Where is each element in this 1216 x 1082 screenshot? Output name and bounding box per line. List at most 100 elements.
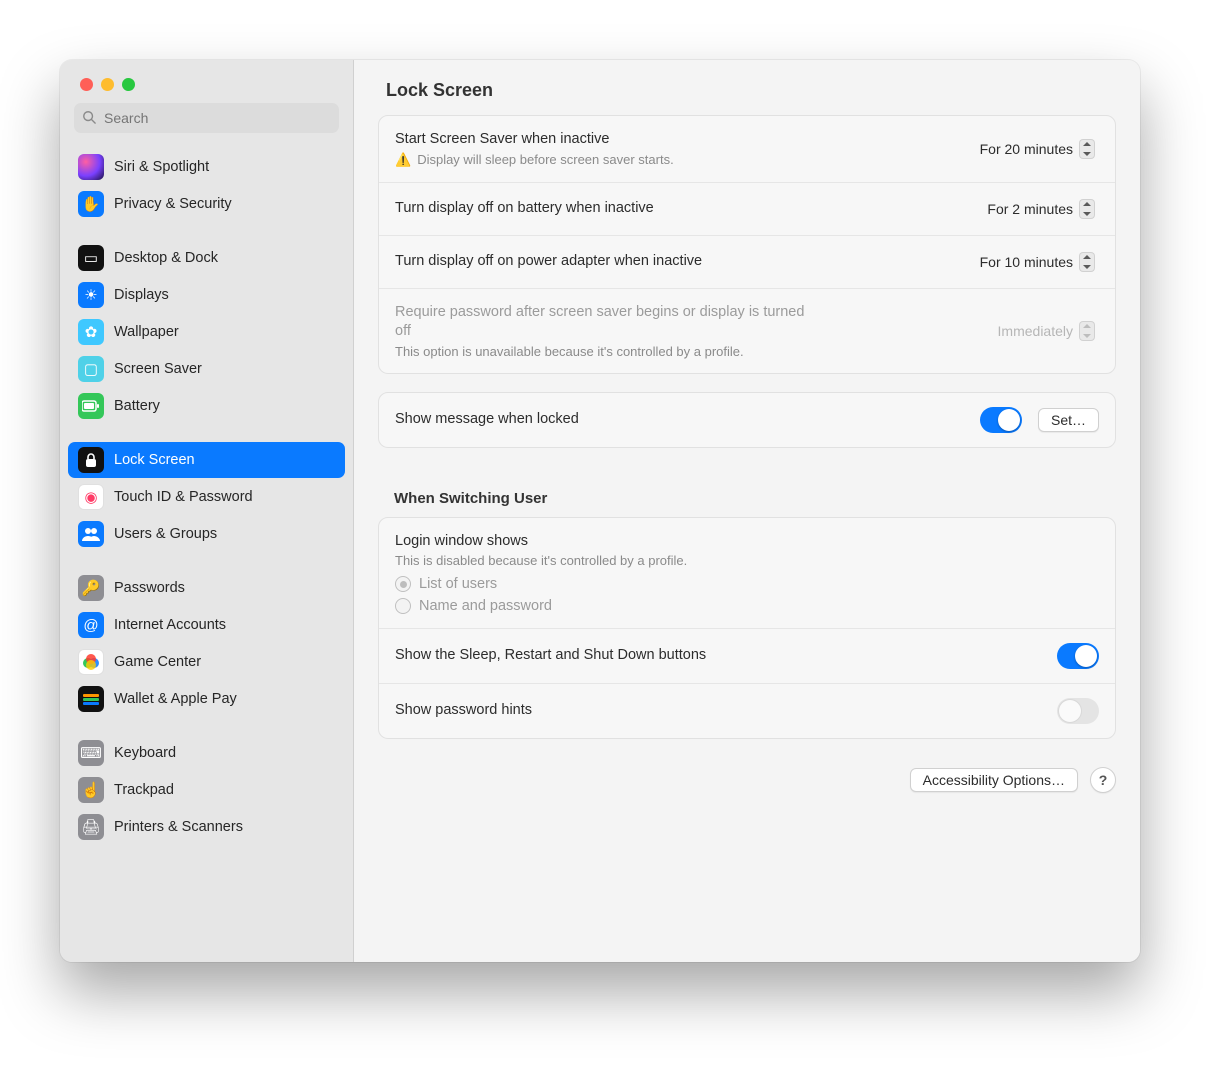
- sidebar-item-touch-id-password[interactable]: ◉ Touch ID & Password: [68, 479, 345, 515]
- maximize-window-button[interactable]: [122, 78, 135, 91]
- page-title: Lock Screen: [354, 60, 1140, 115]
- battery-display-off-popup[interactable]: For 2 minutes: [979, 197, 1099, 221]
- popup-value: For 2 minutes: [987, 201, 1073, 217]
- popup-value: For 10 minutes: [980, 254, 1073, 270]
- siri-icon: [78, 154, 104, 180]
- sidebar-item-keyboard[interactable]: ⌨ Keyboard: [68, 735, 345, 771]
- row-warning: ⚠️Display will sleep before screen saver…: [395, 152, 956, 168]
- row-show-power-buttons: Show the Sleep, Restart and Shut Down bu…: [379, 629, 1115, 684]
- row-title: Turn display off on power adapter when i…: [395, 252, 956, 272]
- radio-icon: [395, 598, 411, 614]
- sidebar-item-label: Users & Groups: [114, 526, 217, 542]
- sidebar-item-label: Lock Screen: [114, 452, 195, 468]
- popup-value: Immediately: [998, 323, 1073, 339]
- sidebar-item-label: Touch ID & Password: [114, 489, 253, 505]
- row-require-password: Require password after screen saver begi…: [379, 289, 1115, 373]
- require-password-popup: Immediately: [990, 319, 1099, 343]
- sidebar-item-label: Siri & Spotlight: [114, 159, 209, 175]
- sidebar-item-displays[interactable]: ☀ Displays: [68, 277, 345, 313]
- lock-screen-panel: Start Screen Saver when inactive ⚠️Displ…: [378, 115, 1116, 374]
- sidebar-item-screen-saver[interactable]: ▢ Screen Saver: [68, 351, 345, 387]
- sidebar-item-label: Privacy & Security: [114, 196, 232, 212]
- minimize-window-button[interactable]: [101, 78, 114, 91]
- row-title: Require password after screen saver begi…: [395, 303, 815, 342]
- row-password-hints: Show password hints: [379, 684, 1115, 738]
- at-icon: @: [78, 612, 104, 638]
- sidebar-item-privacy-security[interactable]: ✋ Privacy & Security: [68, 186, 345, 222]
- lock-icon: [78, 447, 104, 473]
- close-window-button[interactable]: [80, 78, 93, 91]
- radio-icon: [395, 576, 411, 592]
- accessibility-options-button[interactable]: Accessibility Options…: [910, 768, 1078, 792]
- switching-user-heading: When Switching User: [394, 490, 1140, 507]
- sidebar-item-desktop-dock[interactable]: ▭ Desktop & Dock: [68, 240, 345, 276]
- sidebar-item-users-groups[interactable]: Users & Groups: [68, 516, 345, 552]
- sidebar-item-lock-screen[interactable]: Lock Screen: [68, 442, 345, 478]
- main-content: Lock Screen Start Screen Saver when inac…: [354, 60, 1140, 962]
- sidebar-list: Siri & Spotlight ✋ Privacy & Security ▭ …: [60, 139, 353, 857]
- stepper-icon: [1079, 321, 1095, 341]
- lock-message-switch[interactable]: [980, 407, 1022, 433]
- sidebar-item-trackpad[interactable]: ☝ Trackpad: [68, 772, 345, 808]
- row-battery-display-off: Turn display off on battery when inactiv…: [379, 183, 1115, 236]
- row-note: This is disabled because it's controlled…: [395, 553, 1099, 568]
- help-button[interactable]: ?: [1090, 767, 1116, 793]
- stepper-icon: [1079, 199, 1095, 219]
- sidebar-item-label: Wallpaper: [114, 324, 179, 340]
- row-title: Login window shows: [395, 532, 1099, 552]
- wallet-icon: [78, 686, 104, 712]
- sidebar: Siri & Spotlight ✋ Privacy & Security ▭ …: [60, 60, 354, 962]
- row-adapter-display-off: Turn display off on power adapter when i…: [379, 236, 1115, 289]
- row-lock-message: Show message when locked Set…: [379, 393, 1115, 447]
- popup-value: For 20 minutes: [980, 141, 1073, 157]
- lock-message-panel: Show message when locked Set…: [378, 392, 1116, 448]
- sidebar-item-label: Displays: [114, 287, 169, 303]
- row-title: Show message when locked: [395, 410, 964, 430]
- brightness-icon: ☀: [78, 282, 104, 308]
- trackpad-icon: ☝: [78, 777, 104, 803]
- sidebar-item-internet-accounts[interactable]: @ Internet Accounts: [68, 607, 345, 643]
- row-screen-saver-timeout: Start Screen Saver when inactive ⚠️Displ…: [379, 116, 1115, 183]
- game-center-icon: [78, 649, 104, 675]
- fingerprint-icon: ◉: [78, 484, 104, 510]
- radio-list-of-users: List of users: [395, 576, 1099, 592]
- row-title: Start Screen Saver when inactive: [395, 130, 956, 150]
- radio-label: List of users: [419, 576, 497, 592]
- sidebar-item-label: Keyboard: [114, 745, 176, 761]
- sidebar-item-label: Printers & Scanners: [114, 819, 243, 835]
- sidebar-item-game-center[interactable]: Game Center: [68, 644, 345, 680]
- switching-user-panel: Login window shows This is disabled beca…: [378, 517, 1116, 740]
- screen-saver-timeout-popup[interactable]: For 20 minutes: [972, 137, 1099, 161]
- sidebar-item-label: Desktop & Dock: [114, 250, 218, 266]
- warning-icon: ⚠️: [395, 152, 411, 167]
- show-power-buttons-switch[interactable]: [1057, 643, 1099, 669]
- screensaver-icon: ▢: [78, 356, 104, 382]
- key-icon: 🔑: [78, 575, 104, 601]
- sidebar-item-printers-scanners[interactable]: 🖨 Printers & Scanners: [68, 809, 345, 845]
- row-title: Show the Sleep, Restart and Shut Down bu…: [395, 646, 1041, 666]
- sidebar-item-passwords[interactable]: 🔑 Passwords: [68, 570, 345, 606]
- search-field[interactable]: [74, 103, 339, 133]
- row-title: Show password hints: [395, 701, 1041, 721]
- flower-icon: ✿: [78, 319, 104, 345]
- row-login-window: Login window shows This is disabled beca…: [379, 518, 1115, 630]
- system-settings-window: Siri & Spotlight ✋ Privacy & Security ▭ …: [60, 60, 1140, 962]
- search-input[interactable]: [102, 109, 331, 127]
- battery-icon: [78, 393, 104, 419]
- sidebar-item-label: Internet Accounts: [114, 617, 226, 633]
- password-hints-switch: [1057, 698, 1099, 724]
- stepper-icon: [1079, 252, 1095, 272]
- stepper-icon: [1079, 139, 1095, 159]
- sidebar-item-battery[interactable]: Battery: [68, 388, 345, 424]
- sidebar-item-wallet-apple-pay[interactable]: Wallet & Apple Pay: [68, 681, 345, 717]
- users-icon: [78, 521, 104, 547]
- footer: Accessibility Options… ?: [378, 767, 1116, 793]
- sidebar-item-wallpaper[interactable]: ✿ Wallpaper: [68, 314, 345, 350]
- row-title: Turn display off on battery when inactiv…: [395, 199, 963, 219]
- hand-icon: ✋: [78, 191, 104, 217]
- set-lock-message-button[interactable]: Set…: [1038, 408, 1099, 432]
- sidebar-item-siri-spotlight[interactable]: Siri & Spotlight: [68, 149, 345, 185]
- adapter-display-off-popup[interactable]: For 10 minutes: [972, 250, 1099, 274]
- printer-icon: 🖨: [78, 814, 104, 840]
- radio-label: Name and password: [419, 598, 552, 614]
